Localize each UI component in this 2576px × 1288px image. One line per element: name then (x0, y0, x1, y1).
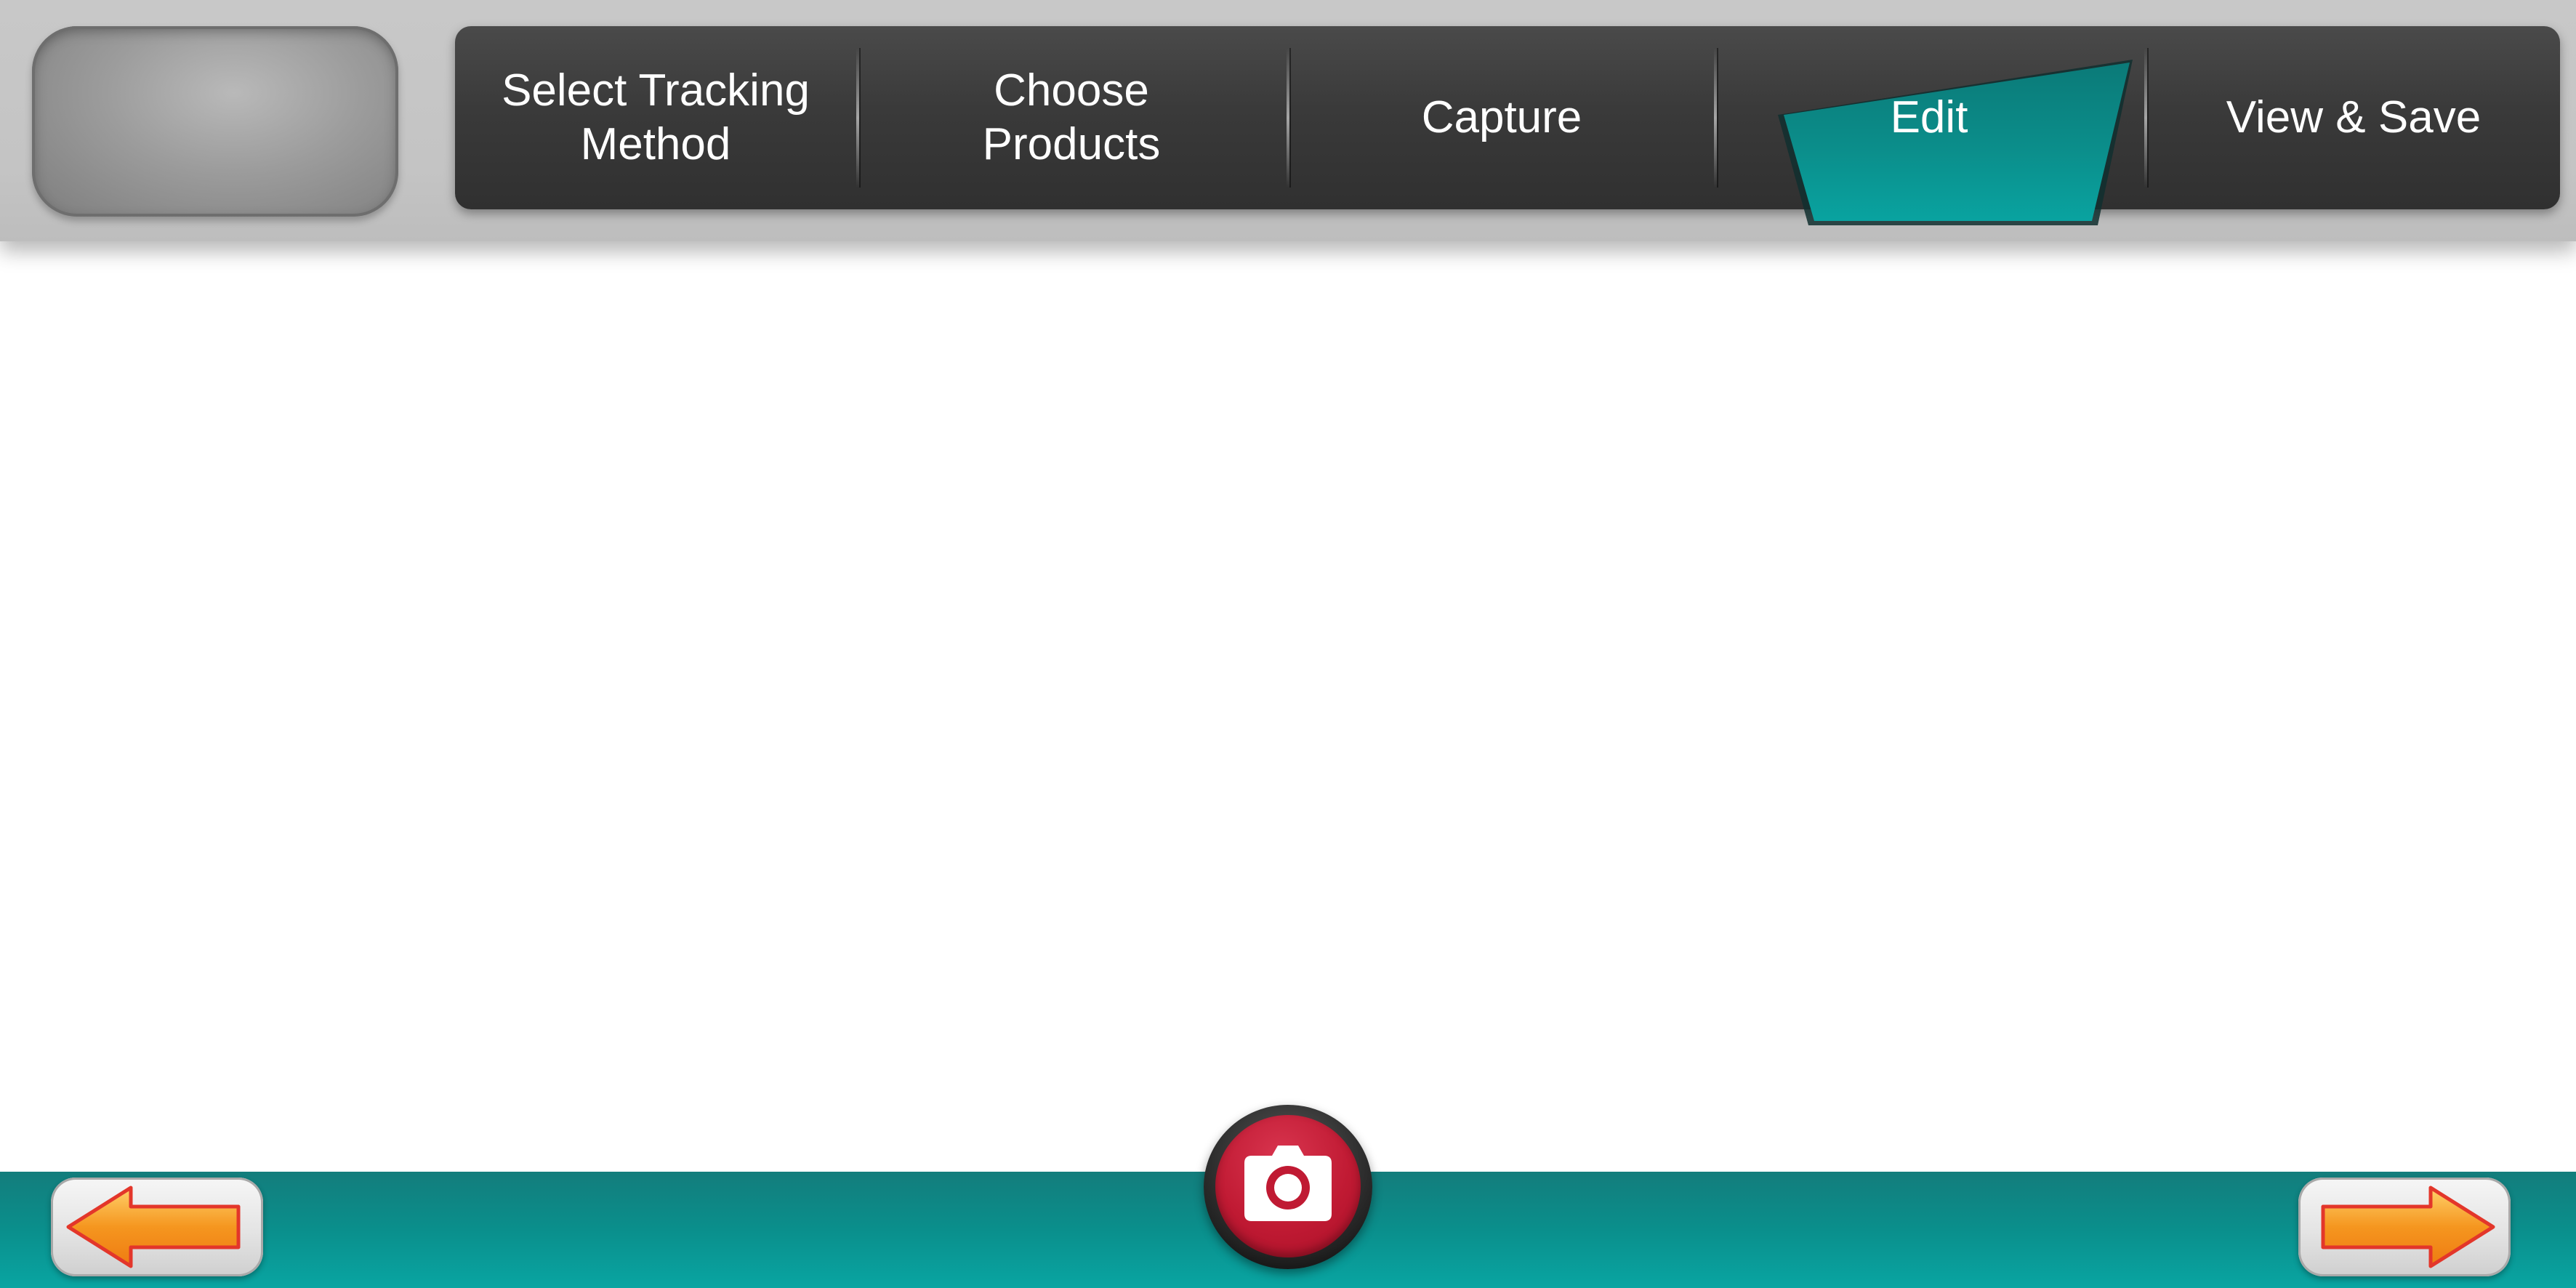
capture-button[interactable] (1204, 1105, 1372, 1269)
next-button[interactable] (2298, 1178, 2511, 1276)
back-button[interactable] (51, 1178, 263, 1276)
capture-button-face (1215, 1115, 1361, 1257)
step-label: Capture (1421, 92, 1582, 142)
arrow-right-icon (2321, 1186, 2495, 1268)
app-window: Select Tracking Method Choose Products C… (0, 0, 2576, 1288)
top-header: Select Tracking Method Choose Products C… (0, 0, 2576, 241)
camera-icon (1244, 1146, 1332, 1221)
step-capture[interactable]: Capture (1289, 26, 1714, 209)
step-label: Edit (1890, 92, 1968, 142)
step-view-and-save[interactable]: View & Save (2147, 26, 2560, 209)
arrow-left-icon (66, 1186, 241, 1268)
step-select-tracking-method[interactable]: Select Tracking Method (455, 26, 856, 209)
step-label: Choose Products (982, 65, 1161, 169)
step-choose-products[interactable]: Choose Products (859, 26, 1284, 209)
content-area (0, 241, 2576, 1172)
step-label: View & Save (2226, 92, 2482, 142)
step-navigation-bar: Select Tracking Method Choose Products C… (455, 26, 2560, 225)
logo-placeholder (32, 26, 398, 217)
step-label: Select Tracking Method (502, 65, 810, 169)
